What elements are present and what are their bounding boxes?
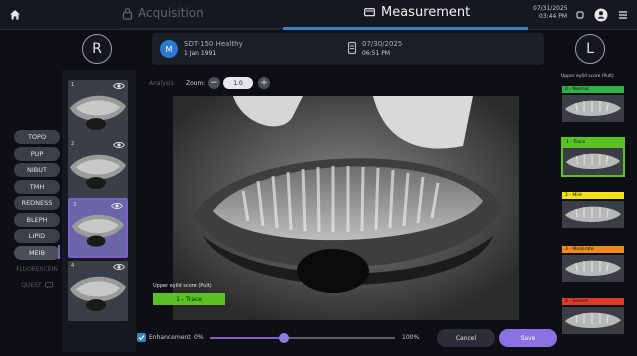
analysis-label: Analysis [149, 80, 174, 87]
eye-icon[interactable] [113, 82, 125, 90]
avatar: M [160, 40, 178, 58]
reference-eyelid-image [562, 95, 624, 122]
nav-bleph[interactable]: BLEPH [14, 212, 60, 227]
menu-icon[interactable] [616, 8, 630, 22]
grade-reference-image [562, 255, 624, 282]
nav-label: LIPID [28, 232, 46, 240]
thumbnail-number: 4 [71, 263, 75, 269]
thumbnail-2[interactable]: 2 [68, 139, 128, 199]
current-date: 07/31/2025 [533, 5, 568, 12]
grade-label: 0 - Normal [562, 86, 624, 93]
lock-icon [122, 7, 133, 20]
nav-label: PUP [30, 149, 44, 158]
score-value-button[interactable]: 1 - Trace [153, 293, 225, 305]
nav-label: BLEPH [26, 215, 48, 224]
grade-reference-image [562, 201, 624, 228]
tab-acquisition[interactable]: Acquisition [122, 6, 204, 20]
reference-grade-4[interactable]: 4 - Severe [562, 298, 624, 334]
reference-eyelid-image [562, 255, 624, 282]
nav-pup[interactable]: PUP [14, 146, 60, 161]
eye-icon[interactable] [113, 141, 125, 149]
grade-label: 3 - Moderate [562, 246, 624, 253]
session-time: 06:51 PM [362, 50, 390, 57]
reference-eyelid-image [563, 148, 623, 175]
grade-label: 1 - Trace [563, 139, 623, 146]
thumbnail-1[interactable]: 1 [68, 80, 128, 140]
reference-grade-3[interactable]: 3 - Moderate [562, 246, 624, 282]
nav-label: NIBUT [27, 166, 47, 174]
right-eye-button[interactable]: R [82, 34, 112, 64]
nav-lipid[interactable]: LIPID [14, 229, 60, 243]
enhancement-checkbox[interactable] [137, 333, 146, 342]
grade-reference-image [563, 148, 623, 175]
eye-icon[interactable] [111, 202, 123, 210]
thumbnail-4[interactable]: 4 [68, 261, 128, 321]
zoom-value: 1.0 [223, 77, 253, 89]
eye-icon[interactable] [113, 263, 125, 271]
nav-tmh[interactable]: TMH [14, 179, 60, 194]
nav-label: MEIB [28, 248, 46, 257]
thumbnail-3[interactable]: 3 [68, 198, 128, 258]
enhancement-slider-knob[interactable] [279, 333, 289, 343]
nav-label: FLUORESCEIN [16, 265, 58, 273]
tab-measurement-label: Measurement [381, 5, 471, 20]
reference-title: Upper eylid score (Pult) [561, 74, 614, 79]
top-bar: Acquisition Measurement 07/31/2025 03:44… [0, 0, 637, 30]
reference-grade-2[interactable]: 2 - Mild [562, 192, 624, 228]
thumbnail-number: 1 [71, 82, 75, 88]
nav-label: TOPO [27, 133, 47, 141]
user-icon[interactable] [594, 8, 608, 22]
enhancement-min: 0% [194, 334, 204, 341]
grade-reference-image [562, 307, 624, 334]
patient-name: SDT-150 Healthy [184, 40, 243, 48]
grade-reference-image [562, 95, 624, 122]
thumbnail-number: 2 [71, 141, 75, 147]
active-nav-indicator [58, 245, 60, 259]
nav-quest[interactable]: QUEST [14, 279, 60, 293]
reference-grade-1[interactable]: 1 - Trace [561, 137, 625, 177]
tab-acquisition-label: Acquisition [138, 6, 204, 20]
nav-topo[interactable]: TOPO [14, 130, 60, 144]
cancel-button[interactable]: Cancel [437, 329, 495, 347]
enhancement-max: 100% [402, 334, 420, 341]
reference-grade-0[interactable]: 0 - Normal [562, 86, 624, 122]
nav-meib[interactable]: MEIB [14, 245, 60, 260]
thumbnail-number: 3 [73, 202, 77, 208]
nav-label: TMH [29, 182, 45, 191]
chat-icon [44, 282, 53, 289]
zoom-in-button[interactable]: + [258, 77, 270, 89]
grade-label: 2 - Mild [562, 192, 624, 199]
zoom-label: Zoom: [186, 80, 206, 87]
nav-fluorescein[interactable]: FLUORESCEIN [14, 262, 60, 276]
datetime: 07/31/2025 03:44 PM [533, 5, 568, 21]
nav-label: QUEST [21, 282, 42, 289]
score-overlay: Upper eylid score (Pult) 1 - Trace [153, 283, 228, 310]
home-icon[interactable] [8, 8, 22, 22]
reference-eyelid-image [562, 201, 624, 228]
score-label: Upper eylid score (Pult) [153, 283, 212, 289]
grade-label: 4 - Severe [562, 298, 624, 305]
reference-eyelid-image [562, 307, 624, 334]
nav-redness[interactable]: REDNESS [14, 196, 60, 210]
nav-label: REDNESS [21, 199, 53, 207]
zoom-out-button[interactable]: − [208, 77, 220, 89]
left-eye-button[interactable]: L [575, 34, 605, 64]
monitor-icon [364, 8, 375, 17]
nav-nibut[interactable]: NIBUT [14, 163, 60, 177]
tab-measurement[interactable]: Measurement [364, 5, 470, 20]
patient-dob: 1 Jan 1991 [184, 50, 217, 57]
enhancement-label: Enhancement [149, 334, 191, 341]
tab-divider [120, 28, 283, 29]
session-date: 07/30/2025 [362, 40, 403, 48]
active-tab-indicator [283, 27, 528, 30]
enhancement-slider-fill [210, 337, 284, 339]
dot-icon[interactable] [573, 8, 587, 22]
patient-info-bar: M SDT-150 Healthy 1 Jan 1991 07/30/2025 … [152, 33, 544, 65]
checkmark-icon [138, 335, 145, 341]
save-button[interactable]: Save [499, 329, 557, 347]
session-icon [348, 42, 356, 54]
current-time: 03:44 PM [539, 13, 567, 20]
